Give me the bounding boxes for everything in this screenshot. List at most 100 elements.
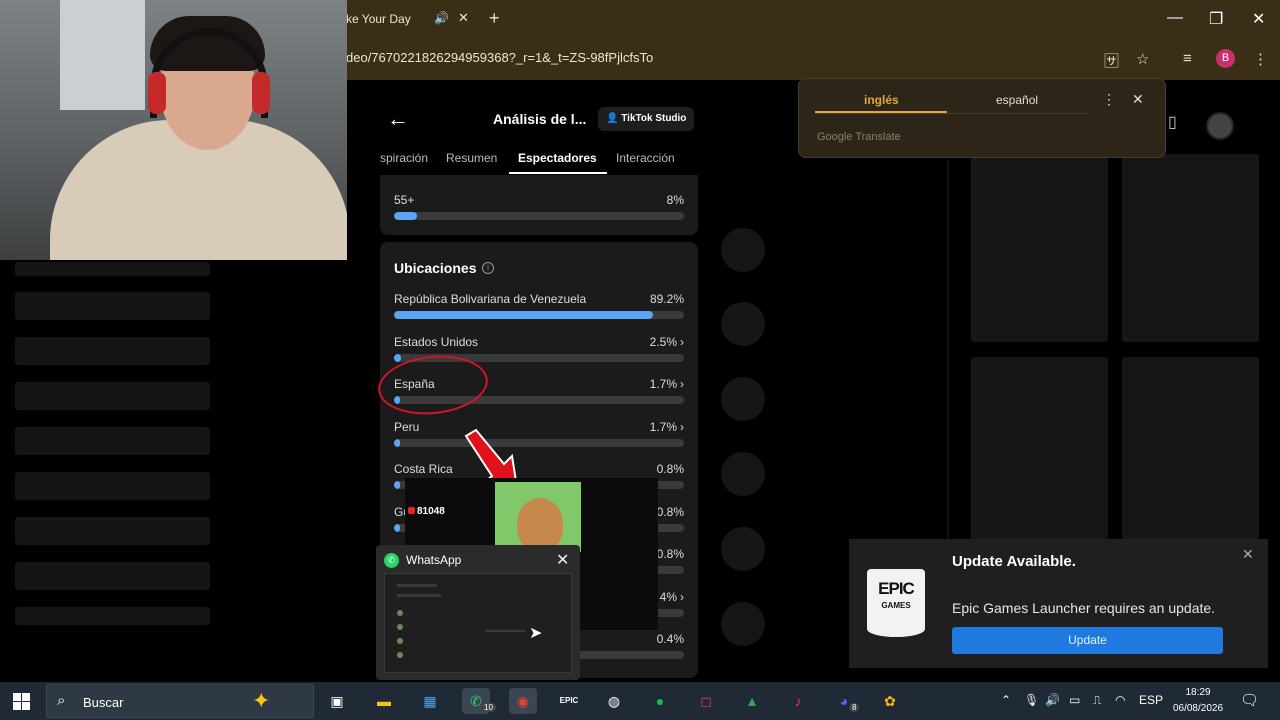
sparkle-icon: ✦ xyxy=(252,688,271,713)
active-tab-indicator xyxy=(509,172,607,174)
skeleton-circle xyxy=(721,302,765,346)
notification-message: Epic Games Launcher requires an update. xyxy=(952,600,1216,616)
location-bar-fill xyxy=(394,311,653,319)
thumb-avatar xyxy=(397,610,403,616)
tab-resumen[interactable]: Resumen xyxy=(446,151,497,165)
location-value[interactable]: 2.5% › xyxy=(650,335,684,349)
clock[interactable]: 18:29 06/08/2026 xyxy=(1168,685,1228,717)
chevron-right-icon: › xyxy=(680,377,684,391)
skeleton-bar xyxy=(15,607,210,625)
skeleton-bar xyxy=(15,292,210,320)
tab-espectadores[interactable]: Espectadores xyxy=(518,151,597,165)
tab-close-icon[interactable]: ✕ xyxy=(458,10,469,26)
spotify-icon[interactable]: ● xyxy=(646,688,674,714)
skeleton-circle xyxy=(721,377,765,421)
instagram-icon[interactable]: ◻ xyxy=(692,688,720,714)
device-icon[interactable]: ▯ xyxy=(1168,112,1177,132)
skeleton-card xyxy=(1122,154,1259,342)
tab-interaccion[interactable]: Interacción xyxy=(616,151,675,165)
update-button[interactable]: Update xyxy=(952,627,1223,654)
skeleton-circle xyxy=(721,228,765,272)
task-view-icon[interactable]: ▣ xyxy=(323,688,351,714)
google-translate-brand: Google Translate xyxy=(817,131,901,143)
search-placeholder: Buscar xyxy=(83,695,124,710)
media-queue-icon[interactable]: ≡ xyxy=(1183,50,1192,67)
webcam-window-bg xyxy=(60,0,145,110)
language-indicator[interactable]: ESP xyxy=(1139,693,1163,707)
tiktok-icon[interactable]: ♪ xyxy=(784,688,812,714)
obs-icon[interactable]: ◍ xyxy=(600,688,628,714)
microphone-icon[interactable]: 🎙 xyxy=(1024,693,1039,707)
preview-title: WhatsApp xyxy=(406,553,462,567)
location-bar-fill xyxy=(394,523,401,532)
thumb-line xyxy=(397,584,437,587)
age-card xyxy=(380,175,698,235)
epic-notification: ✕ EPIC GAMES Update Available. Epic Game… xyxy=(849,539,1268,668)
bookmark-star-icon[interactable]: ☆ xyxy=(1136,50,1149,68)
windows-taskbar: ⌕ Buscar ✦ ▣ ▬ ▦ ✆ 10 ◉ EPIC ◍ ● ◻ ▲ ♪ ◕… xyxy=(0,682,1280,720)
chevron-right-icon: › xyxy=(680,419,684,434)
thumb-avatar xyxy=(397,624,403,630)
chrome-icon[interactable]: ◉ xyxy=(509,688,537,714)
browser-tab[interactable]: ke Your Day 🔊 ✕ xyxy=(346,0,480,38)
location-bar-fill xyxy=(394,353,402,362)
headset-cup xyxy=(252,72,270,114)
whatsapp-preview[interactable]: ✆ WhatsApp ✕ ➤ xyxy=(376,545,580,680)
location-value: 0.8% xyxy=(656,504,684,519)
color-app-icon[interactable]: ✿ xyxy=(876,688,904,714)
back-arrow-icon[interactable]: ← xyxy=(387,106,409,132)
location-value[interactable]: 1.7% › xyxy=(650,420,684,434)
store-icon[interactable]: ▦ xyxy=(416,688,444,714)
chevron-up-icon[interactable]: ⌃ xyxy=(1001,693,1011,707)
location-label: República Bolivariana de Venezuela xyxy=(394,292,587,306)
location-value: 0.4% xyxy=(656,632,684,646)
tiktok-studio-button[interactable]: 👤 TikTok Studio xyxy=(598,107,694,131)
drive-icon[interactable]: ▲ xyxy=(738,688,766,714)
user-avatar[interactable] xyxy=(1206,112,1234,140)
thumb-avatar xyxy=(397,652,403,658)
skeleton-card xyxy=(971,357,1108,545)
skeleton-circle xyxy=(721,527,765,571)
display-icon[interactable]: ▭ xyxy=(1069,693,1080,707)
age-bar-fill xyxy=(394,212,418,220)
live-dot-icon xyxy=(408,507,415,514)
minimize-icon[interactable]: — xyxy=(1167,9,1183,27)
profile-avatar[interactable]: B xyxy=(1216,49,1235,68)
skeleton-bar xyxy=(15,472,210,500)
info-icon[interactable]: i xyxy=(482,262,494,274)
tiktok-studio-label: TikTok Studio xyxy=(621,113,687,124)
skeleton-circle xyxy=(721,602,765,646)
divider xyxy=(947,160,949,540)
kebab-menu-icon[interactable]: ⋮ xyxy=(1102,91,1116,108)
location-bar-fill xyxy=(394,481,401,489)
page-title: Análisis de l... xyxy=(493,111,587,127)
file-explorer-icon[interactable]: ▬ xyxy=(370,688,398,714)
chevron-right-icon: › xyxy=(680,334,684,349)
skeleton-circle xyxy=(721,452,765,496)
date: 06/08/2026 xyxy=(1172,703,1224,714)
location-bar xyxy=(394,311,684,319)
epic-games-taskbar-icon[interactable]: EPIC xyxy=(555,688,583,714)
notification-center-icon[interactable]: 🗨 xyxy=(1240,691,1259,709)
kebab-menu-icon[interactable]: ⋮ xyxy=(1253,50,1268,68)
translate-target-tab[interactable]: español xyxy=(996,93,1038,107)
close-icon[interactable]: ✕ xyxy=(556,550,569,570)
volume-icon[interactable]: 🔊 xyxy=(1045,693,1060,707)
close-icon[interactable]: ✕ xyxy=(1242,546,1254,563)
usb-icon[interactable]: ⎍ xyxy=(1093,693,1101,708)
location-value[interactable]: 4% › xyxy=(660,590,684,604)
close-icon[interactable]: ✕ xyxy=(1132,91,1144,108)
wifi-icon[interactable]: ◠ xyxy=(1115,693,1125,707)
tab-inspiracion[interactable]: spiración xyxy=(380,151,428,165)
new-tab-icon[interactable]: + xyxy=(489,8,500,29)
windows-start-icon[interactable] xyxy=(13,693,30,710)
window-close-icon[interactable]: ✕ xyxy=(1252,9,1265,29)
time: 18:29 xyxy=(1185,687,1211,698)
url-text[interactable]: deo/7670221826294959368?_r=1&_t=ZS-98fPj… xyxy=(346,50,653,65)
speaker-icon[interactable]: 🔊 xyxy=(434,11,449,25)
search-box[interactable]: ⌕ Buscar ✦ xyxy=(46,684,314,718)
restore-icon[interactable]: ❐ xyxy=(1209,9,1223,29)
location-value[interactable]: 1.7% › xyxy=(650,377,684,391)
translate-source-tab[interactable]: inglés xyxy=(864,93,899,107)
translate-icon[interactable]: 🈂 xyxy=(1104,50,1119,71)
